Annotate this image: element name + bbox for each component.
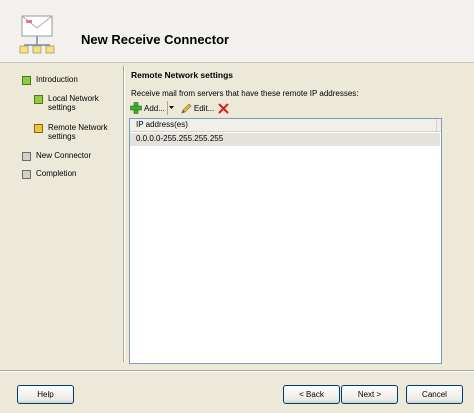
nav-step-new-connector[interactable]: New Connector bbox=[22, 151, 91, 161]
red-x-icon bbox=[218, 103, 229, 113]
footer-divider bbox=[0, 370, 474, 372]
nav-step-label: Local Network settings bbox=[48, 94, 99, 112]
step-complete-icon bbox=[34, 95, 43, 104]
next-button[interactable]: Next > bbox=[341, 385, 398, 404]
list-header: IP address(es) bbox=[130, 119, 441, 132]
add-button[interactable]: Add... bbox=[128, 101, 167, 115]
step-current-icon bbox=[34, 124, 43, 133]
nav-step-label: Remote Network settings bbox=[48, 123, 108, 141]
wizard-title: New Receive Connector bbox=[81, 32, 230, 47]
back-button[interactable]: < Back bbox=[283, 385, 340, 404]
help-button-label: Help bbox=[37, 390, 54, 399]
section-title: Remote Network settings bbox=[131, 70, 234, 80]
column-header-filler bbox=[437, 119, 441, 131]
edit-button-label: Edit... bbox=[193, 103, 215, 113]
cancel-button[interactable]: Cancel bbox=[406, 385, 463, 404]
green-plus-icon bbox=[130, 102, 142, 114]
section-description: Receive mail from servers that have thes… bbox=[131, 89, 359, 98]
column-header-ip-addresses[interactable]: IP address(es) bbox=[130, 119, 437, 132]
chevron-down-icon bbox=[169, 106, 175, 109]
list-item[interactable]: 0.0.0.0-255.255.255.255 bbox=[130, 133, 440, 146]
ip-list-toolbar: Add... Edit... bbox=[128, 100, 448, 116]
connector-envelope-icon bbox=[19, 15, 55, 54]
ip-address-list[interactable]: IP address(es) 0.0.0.0-255.255.255.255 bbox=[129, 118, 442, 364]
step-complete-icon bbox=[22, 76, 31, 85]
nav-step-introduction[interactable]: Introduction bbox=[22, 75, 78, 85]
nav-divider bbox=[123, 66, 125, 362]
pencil-icon bbox=[181, 103, 192, 113]
step-pending-icon bbox=[22, 170, 31, 179]
nav-step-label: New Connector bbox=[36, 151, 92, 160]
help-button[interactable]: Help bbox=[17, 385, 74, 404]
back-button-label: < Back bbox=[299, 390, 324, 399]
wizard-step-nav: Introduction Local Network settings Remo… bbox=[0, 64, 122, 364]
add-button-label: Add... bbox=[144, 103, 165, 113]
nav-step-label: Introduction bbox=[36, 75, 78, 84]
edit-button[interactable]: Edit... bbox=[179, 101, 216, 115]
nav-step-completion[interactable]: Completion bbox=[22, 169, 76, 179]
add-dropdown-button[interactable] bbox=[166, 101, 176, 115]
next-button-label: Next > bbox=[357, 390, 382, 399]
remove-button[interactable] bbox=[216, 101, 233, 115]
nav-step-remote-network-settings[interactable]: Remote Network settings bbox=[34, 123, 118, 141]
step-pending-icon bbox=[22, 152, 31, 161]
cancel-button-label: Cancel bbox=[422, 390, 447, 399]
wizard-header: New Receive Connector bbox=[0, 0, 474, 63]
nav-step-label: Completion bbox=[36, 169, 77, 178]
nav-step-local-network-settings[interactable]: Local Network settings bbox=[34, 94, 114, 112]
